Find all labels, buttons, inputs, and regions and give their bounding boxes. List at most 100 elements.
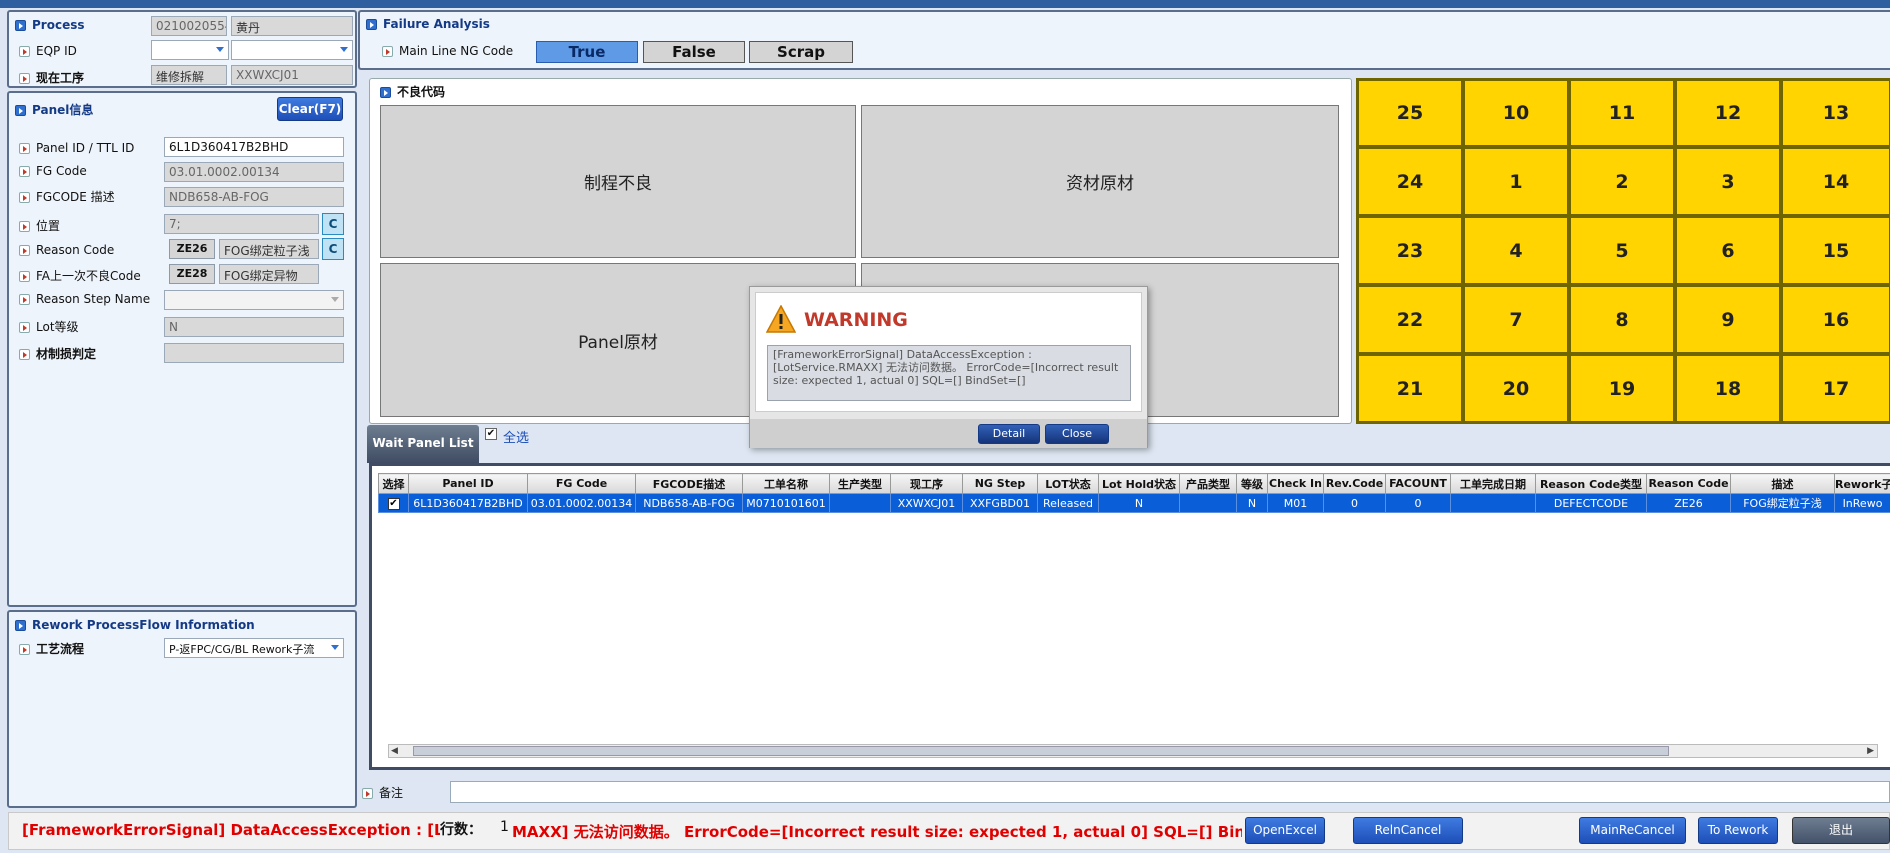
table-cell: XXWXCJ01 (890, 493, 963, 513)
wait-panel-table-frame: 选择 Panel ID FG Code FGCODE描述 工单名称 生产类型 现… (369, 463, 1890, 770)
grid-cell[interactable]: 22 (1358, 286, 1462, 353)
grid-cell[interactable]: 13 (1782, 80, 1890, 146)
field-arrow-icon (19, 294, 30, 305)
col-header[interactable]: 描述 (1730, 473, 1835, 494)
col-header[interactable]: 等级 (1236, 473, 1268, 494)
table-cell: DEFECTCODE (1535, 493, 1647, 513)
col-header[interactable]: FG Code (527, 473, 636, 494)
scroll-left-icon[interactable]: ◀ (391, 746, 398, 756)
close-button[interactable]: Close (1045, 424, 1109, 444)
field-arrow-icon (19, 322, 30, 333)
section-arrow-icon (380, 87, 391, 98)
col-header[interactable]: 工单完成日期 (1450, 473, 1536, 494)
grid-cell[interactable]: 2 (1570, 148, 1674, 215)
scrollbar-thumb[interactable] (413, 746, 1669, 756)
field-arrow-icon (19, 143, 30, 154)
defect-title: 不良代码 (380, 83, 445, 100)
grid-cell[interactable]: 5 (1570, 217, 1674, 284)
col-header[interactable]: LOT状态 (1037, 473, 1099, 494)
col-header[interactable]: 现工序 (890, 473, 963, 494)
col-header[interactable]: Rev.Code (1323, 473, 1386, 494)
horizontal-scrollbar[interactable]: ◀ ▶ (388, 744, 1878, 758)
table-cell: 6L1D360417B2BHD (408, 493, 528, 513)
grid-cell[interactable]: 11 (1570, 80, 1674, 146)
grid-cell[interactable]: 14 (1782, 148, 1890, 215)
grid-cell[interactable]: 17 (1782, 355, 1890, 422)
grid-cell[interactable]: 20 (1464, 355, 1568, 422)
row-checkbox[interactable]: ✔ (387, 498, 400, 510)
fg-code-label: FG Code (19, 164, 87, 178)
col-header[interactable]: 工单名称 (742, 473, 830, 494)
col-header[interactable]: Check In (1267, 473, 1324, 494)
grid-cell[interactable]: 21 (1358, 355, 1462, 422)
ng-scrap-button[interactable]: Scrap (749, 41, 853, 63)
grid-cell[interactable]: 1 (1464, 148, 1568, 215)
to-rework-button[interactable]: To Rework (1698, 817, 1778, 844)
section-arrow-icon (366, 19, 377, 30)
col-header[interactable]: Reason Code类型 (1535, 473, 1647, 494)
grid-cell[interactable]: 12 (1676, 80, 1780, 146)
grid-cell[interactable]: 4 (1464, 217, 1568, 284)
grid-cell[interactable]: 25 (1358, 80, 1462, 146)
tab-wait-panel-list[interactable]: Wait Panel List (367, 425, 479, 463)
col-header[interactable]: NG Step (962, 473, 1038, 494)
reason-code-label: Reason Code (19, 243, 114, 257)
top-window-strip (0, 0, 1890, 8)
col-header[interactable]: Rework子 (1834, 473, 1890, 494)
panel-info-title: Panel信息 (15, 101, 93, 118)
grid-cell[interactable]: 10 (1464, 80, 1568, 146)
select-all-label: 全选 (503, 431, 530, 446)
grid-cell[interactable]: 18 (1676, 355, 1780, 422)
remark-label: 备注 (362, 784, 403, 801)
row-select-cell[interactable]: ✔ (378, 493, 409, 513)
rel-cancel-button[interactable]: RelnCancel (1353, 817, 1463, 844)
error-message-part1: [FrameworkErrorSignal] DataAccessExcepti… (22, 821, 462, 839)
detail-button[interactable]: Detail (978, 424, 1040, 444)
open-excel-button[interactable]: OpenExcel (1245, 817, 1325, 844)
grid-cell[interactable]: 16 (1782, 286, 1890, 353)
reason-desc-field: FOG绑定粒子浅 (219, 239, 319, 259)
clear-button[interactable]: Clear(F7) (277, 97, 343, 121)
grid-cell[interactable]: 23 (1358, 217, 1462, 284)
grid-cell[interactable]: 8 (1570, 286, 1674, 353)
table-row[interactable]: ✔ 6L1D360417B2BHD 03.01.0002.00134 NDB65… (378, 493, 1890, 513)
ng-code-label: Main Line NG Code (382, 44, 513, 58)
col-header[interactable]: 选择 (378, 473, 409, 494)
reason-step-select[interactable] (164, 290, 344, 310)
grid-cell[interactable]: 3 (1676, 148, 1780, 215)
position-grid: 25 10 11 12 13 24 1 2 3 14 23 4 5 6 15 2… (1356, 78, 1890, 424)
panel-id-input[interactable]: 6L1D360417B2BHD (164, 137, 344, 157)
position-clear-button[interactable]: C (322, 213, 344, 235)
section-arrow-icon (15, 105, 26, 116)
grid-cell[interactable]: 19 (1570, 355, 1674, 422)
flow-select[interactable]: P-返FPC/CG/BL Rework子流 (164, 638, 344, 658)
grid-cell[interactable]: 9 (1676, 286, 1780, 353)
process-title: Process (15, 18, 85, 32)
exit-button[interactable]: 退出 (1792, 817, 1890, 844)
main-recancel-button[interactable]: MainReCancel (1579, 817, 1686, 844)
col-header[interactable]: FACOUNT (1385, 473, 1451, 494)
grid-cell[interactable]: 7 (1464, 286, 1568, 353)
eqp-sub-select[interactable] (231, 40, 353, 60)
ng-true-button[interactable]: True (536, 41, 638, 63)
category-raw-material[interactable]: 资材原材 (861, 105, 1339, 258)
col-header[interactable]: Lot Hold状态 (1098, 473, 1180, 494)
col-header[interactable]: Reason Code (1646, 473, 1731, 494)
remark-input[interactable] (450, 781, 1890, 803)
col-header[interactable]: Panel ID (408, 473, 528, 494)
row-count-value: 1 (500, 819, 509, 835)
field-arrow-icon (19, 166, 30, 177)
reason-clear-button[interactable]: C (322, 238, 344, 260)
col-header[interactable]: FGCODE描述 (635, 473, 743, 494)
grid-cell[interactable]: 15 (1782, 217, 1890, 284)
select-all-checkbox[interactable]: ✔ (485, 428, 497, 440)
category-process-defect[interactable]: 制程不良 (380, 105, 856, 258)
eqp-select[interactable] (151, 40, 229, 60)
col-header[interactable]: 生产类型 (829, 473, 891, 494)
col-header[interactable]: 产品类型 (1179, 473, 1237, 494)
grid-cell[interactable]: 6 (1676, 217, 1780, 284)
ng-false-button[interactable]: False (643, 41, 745, 63)
scroll-right-icon[interactable]: ▶ (1867, 746, 1874, 756)
field-arrow-icon (19, 245, 30, 256)
grid-cell[interactable]: 24 (1358, 148, 1462, 215)
